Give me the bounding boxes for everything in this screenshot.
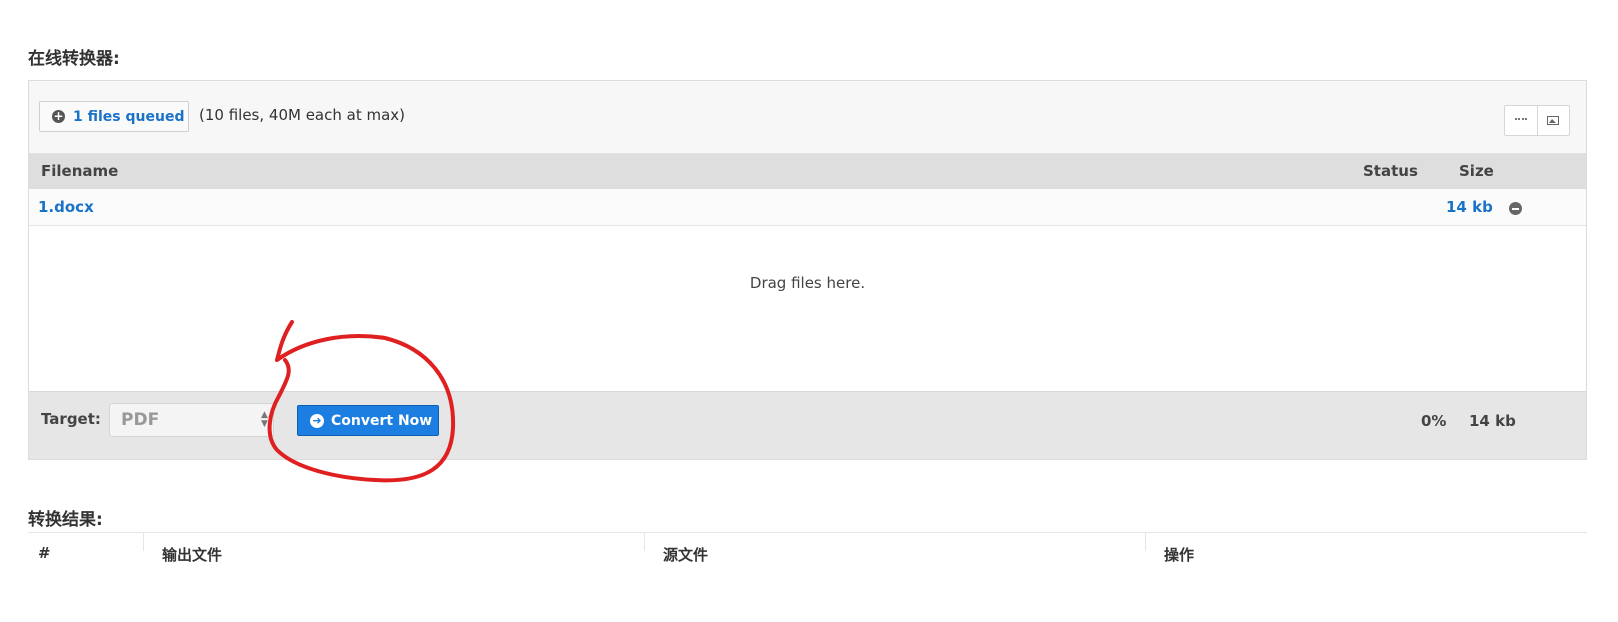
drop-hint: Drag files here. [749,274,866,292]
column-status: Status [1363,162,1418,180]
files-queued-button[interactable]: + 1 files queued [39,101,189,132]
list-view-button[interactable] [1505,106,1537,135]
select-arrows-icon: ▲ ▼ [261,410,268,429]
convert-now-label: Convert Now [331,412,433,429]
upload-limit-note: (10 files, 40M each at max) [199,106,406,124]
target-format-value: PDF [121,410,160,430]
total-size: 14 kb [1469,412,1516,430]
arrow-right-circle-icon: ➜ [310,413,324,428]
target-format-select[interactable]: PDF ▲ ▼ [109,403,274,437]
uploader-header: + 1 files queued (10 files, 40M each at … [29,81,1586,154]
view-toggle [1504,105,1570,136]
results-title: 转换结果: [28,510,103,530]
results-column-actions: 操作 [1164,546,1195,564]
file-row: 1.docx 14 kb [29,189,1586,226]
results-table-header: # 输出文件 源文件 操作 [28,532,1587,566]
results-column-source-file: 源文件 [663,546,709,564]
column-filename: Filename [41,162,119,180]
results-column-output-file: 输出文件 [162,546,223,564]
plus-circle-icon: + [52,109,65,123]
list-view-icon [1514,117,1527,124]
thumbnail-view-button[interactable] [1536,106,1570,135]
progress-percent: 0% [1421,412,1447,430]
image-icon [1547,116,1560,125]
file-name-link[interactable]: 1.docx [38,198,94,216]
uploader-footer: Target: PDF ▲ ▼ ➜ Convert Now 0% 14 kb [29,391,1586,459]
file-size: 14 kb [1446,198,1493,216]
file-uploader: + 1 files queued (10 files, 40M each at … [28,80,1587,460]
drop-zone[interactable]: Drag files here. [29,226,1586,391]
minus-circle-icon[interactable] [1509,202,1522,215]
column-size: Size [1459,162,1494,180]
file-table-header: Filename Status Size [29,154,1586,189]
results-column-index: # [38,544,51,562]
converter-title: 在线转换器: [28,49,120,69]
convert-now-button[interactable]: ➜ Convert Now [297,405,439,436]
target-label: Target: [41,410,101,428]
files-queued-label: 1 files queued [73,108,185,125]
